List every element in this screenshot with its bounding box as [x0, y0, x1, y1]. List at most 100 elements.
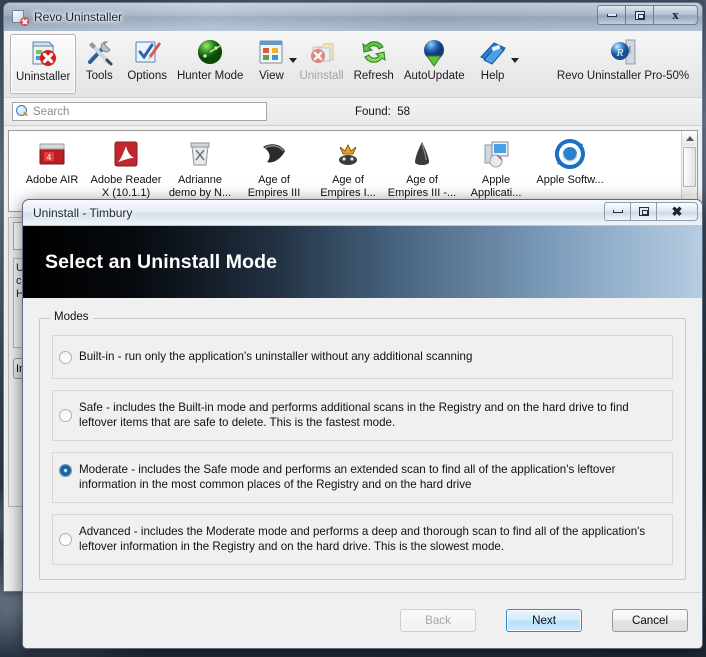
- window-controls: x: [597, 5, 698, 25]
- chevron-down-icon[interactable]: [510, 58, 519, 63]
- dialog-header-title: Select an Uninstall Mode: [45, 250, 278, 273]
- hunter-mode-icon: [194, 36, 226, 68]
- list-item-label: Adobe AIR: [25, 174, 79, 186]
- refresh-icon: [358, 36, 390, 68]
- toolbar-button-uninstall: Uninstall: [294, 34, 348, 94]
- search-input[interactable]: Search: [12, 102, 267, 121]
- toolbar-label: Uninstaller: [16, 71, 71, 83]
- uninstall-dialog: Uninstall - Timbury ✖ Select an Uninstal…: [22, 199, 703, 649]
- main-titlebar[interactable]: Revo Uninstaller x: [4, 3, 702, 31]
- next-button[interactable]: Next: [506, 609, 582, 632]
- toolbar-label: AutoUpdate: [403, 70, 465, 82]
- toolbar-button-view[interactable]: View: [248, 34, 298, 94]
- list-item-label: Age of Empires III: [247, 174, 301, 199]
- toolbar-button-refresh[interactable]: Refresh: [349, 34, 399, 94]
- tools-icon: [83, 36, 115, 68]
- revo-pro-icon: R: [607, 36, 639, 68]
- toolbar-button-hunter-mode[interactable]: Hunter Mode: [172, 34, 248, 94]
- uninstall-icon: [306, 36, 338, 68]
- toolbar-button-tools[interactable]: Tools: [76, 34, 122, 94]
- toolbar-button-help[interactable]: Help: [470, 34, 519, 94]
- mode-option-safe[interactable]: Safe - includes the Built-in mode and pe…: [52, 390, 673, 441]
- toolbar-button-revo-pro[interactable]: R Revo Uninstaller Pro-50%: [548, 34, 698, 94]
- back-button: Back: [400, 609, 476, 632]
- found-count: 58: [397, 105, 410, 118]
- toolbar-label: Hunter Mode: [176, 70, 244, 82]
- dialog-minimize-button[interactable]: [604, 202, 631, 221]
- maximize-icon: [634, 10, 645, 20]
- radio-built-in[interactable]: [59, 350, 72, 364]
- list-item-label: Apple Applicati...: [470, 174, 522, 199]
- apple-software-update-icon: [553, 137, 587, 171]
- list-item-label: Adobe Reader X (10.1.1): [90, 174, 162, 199]
- scroll-up-button[interactable]: [682, 131, 697, 146]
- toolbar-label: View: [259, 70, 284, 82]
- close-button[interactable]: x: [653, 5, 698, 25]
- search-icon: [16, 105, 29, 118]
- dialog-header-banner: Select an Uninstall Mode: [23, 226, 702, 298]
- dialog-footer: Back Next Cancel: [23, 592, 702, 648]
- adobe-air-icon: 4: [35, 137, 69, 171]
- adobe-reader-icon: [109, 137, 143, 171]
- search-row: Search Found: 58: [4, 98, 702, 126]
- toolbar-label: Refresh: [353, 70, 394, 82]
- mode-option-moderate[interactable]: Moderate - includes the Safe mode and pe…: [52, 452, 673, 503]
- mode-option-label: Moderate - includes the Safe mode and pe…: [79, 463, 616, 491]
- dialog-titlebar[interactable]: Uninstall - Timbury ✖: [23, 200, 702, 226]
- dialog-title: Uninstall - Timbury: [33, 205, 133, 220]
- maximize-button[interactable]: [625, 5, 654, 25]
- radio-advanced[interactable]: [59, 533, 72, 546]
- uninstaller-icon: [27, 37, 59, 69]
- toolbar-button-uninstaller[interactable]: Uninstaller: [10, 34, 77, 94]
- age-of-empires-asian-icon: [405, 137, 439, 171]
- maximize-icon: [638, 207, 649, 216]
- cancel-button[interactable]: Cancel: [612, 609, 688, 632]
- dialog-maximize-button[interactable]: [630, 202, 657, 221]
- mode-option-label: Built-in - run only the application's un…: [79, 349, 473, 363]
- list-item-label: Apple Softw...: [536, 174, 604, 186]
- toolbar-button-options[interactable]: Options: [122, 34, 172, 94]
- main-toolbar: Uninstaller Tools Options Hunter Mode Vi…: [4, 31, 702, 98]
- close-icon: ✖: [671, 203, 683, 219]
- mode-option-label: Advanced - includes the Moderate mode an…: [79, 525, 646, 553]
- mode-option-label: Safe - includes the Built-in mode and pe…: [79, 401, 629, 429]
- autoupdate-icon: [418, 36, 450, 68]
- revo-uninstaller-icon: [12, 9, 29, 26]
- help-icon: [477, 36, 509, 68]
- radio-moderate[interactable]: [59, 464, 72, 477]
- toolbar-label: Tools: [85, 70, 113, 82]
- minimize-icon: [612, 210, 623, 213]
- recycle-bin-icon: [183, 137, 217, 171]
- dialog-window-controls: ✖: [604, 202, 698, 221]
- minimize-button[interactable]: [597, 5, 626, 25]
- age-of-empires-warchiefs-icon: [331, 137, 365, 171]
- mode-option-built-in[interactable]: Built-in - run only the application's un…: [52, 335, 673, 379]
- close-icon: x: [672, 7, 679, 22]
- scrollbar-thumb[interactable]: [683, 147, 696, 187]
- toolbar-label: Help: [480, 70, 505, 82]
- toolbar-label: Options: [127, 70, 167, 82]
- options-icon: [131, 36, 163, 68]
- list-item-label: Age of Empires I...: [320, 174, 376, 199]
- found-label: Found: 58: [355, 106, 410, 118]
- age-of-empires-icon: [257, 137, 291, 171]
- minimize-icon: [606, 13, 617, 17]
- mode-option-advanced[interactable]: Advanced - includes the Moderate mode an…: [52, 514, 673, 565]
- dialog-close-button[interactable]: ✖: [656, 202, 698, 221]
- radio-safe[interactable]: [59, 409, 72, 422]
- view-icon: [255, 36, 287, 68]
- search-placeholder: Search: [33, 105, 70, 118]
- modes-legend: Modes: [50, 311, 93, 323]
- scroll-up-arrow-icon: [685, 136, 694, 141]
- window-title: Revo Uninstaller: [34, 10, 123, 24]
- found-text: Found:: [355, 105, 391, 118]
- toolbar-label: Uninstall: [299, 70, 344, 82]
- svg-text:R: R: [616, 47, 624, 59]
- list-item-label: Age of Empires III -...: [387, 174, 457, 199]
- toolbar-button-autoupdate[interactable]: AutoUpdate: [399, 34, 470, 94]
- toolbar-label: Revo Uninstaller Pro-50%: [556, 70, 690, 82]
- apple-application-support-icon: [479, 137, 513, 171]
- list-item-label: Adrianne demo by N...: [168, 174, 232, 199]
- svg-text:4: 4: [47, 153, 52, 162]
- modes-groupbox: Modes Built-in - run only the applicatio…: [39, 311, 686, 580]
